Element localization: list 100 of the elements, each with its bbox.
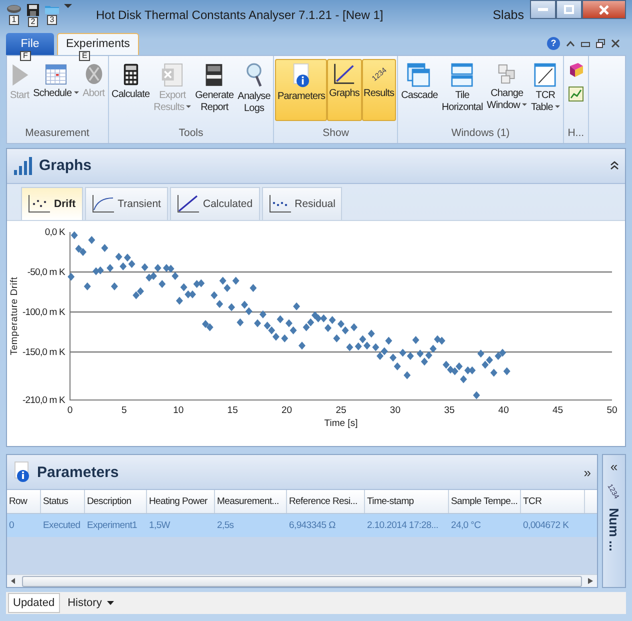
column-header[interactable]: Heating Power	[147, 490, 215, 514]
data-point	[293, 302, 300, 310]
column-header[interactable]: Time-stamp	[365, 490, 449, 514]
table-cell-text: 0,004672 K	[522, 519, 570, 534]
keytip: 1	[8, 15, 20, 25]
expand-button[interactable]: »	[584, 464, 591, 480]
table-cell-text: Experiment1	[86, 519, 138, 534]
ribbon-button[interactable]: TCR Table	[528, 58, 562, 121]
x-tick-label: 40	[498, 404, 509, 416]
graph-tab[interactable]: Transient	[84, 186, 168, 220]
status-tab[interactable]: History	[64, 593, 118, 614]
caret-icon	[74, 91, 79, 96]
maximize-button[interactable]	[556, 0, 582, 19]
close-icon	[599, 4, 609, 14]
save-icon[interactable]	[26, 3, 40, 17]
data-point	[477, 350, 484, 358]
restore-icon[interactable]	[596, 39, 605, 48]
x-tick-label: 25	[336, 404, 346, 416]
table-cell-text: 2.10.2014 17:28...	[366, 519, 440, 534]
group-label: Show	[322, 126, 350, 141]
close-button[interactable]	[582, 0, 626, 19]
column-header[interactable]: TCR	[521, 490, 585, 514]
x-tick-label: 30	[390, 404, 400, 416]
ribbon-button[interactable]: Change Window	[484, 58, 529, 121]
status-tab[interactable]: Updated	[8, 593, 60, 614]
chart-document-icon	[568, 86, 584, 102]
table-cell-text: 0	[8, 519, 15, 534]
group-label: Tools	[178, 126, 204, 141]
column-header[interactable]: Description	[85, 490, 147, 514]
keytip: E	[79, 50, 90, 61]
data-point	[101, 244, 108, 252]
horizontal-scrollbar[interactable]	[7, 574, 597, 588]
y-tick-label: -150,0 m K	[22, 346, 65, 358]
column-header[interactable]: Measurement...	[215, 490, 287, 514]
data-point	[106, 264, 114, 272]
graph-tab[interactable]: Residual	[262, 186, 342, 220]
ribbon-button[interactable]: Calculate	[110, 58, 152, 121]
data-point	[88, 236, 96, 244]
x-tick-label: 10	[173, 404, 184, 416]
curve-chart-icon	[92, 194, 114, 213]
expand-button[interactable]: «	[610, 459, 618, 474]
graph-tab[interactable]: Calculated	[170, 186, 260, 220]
ribbon-button[interactable]: Tile Horizontal	[440, 58, 485, 121]
ribbon-button[interactable]: Generate Report	[193, 58, 236, 121]
group-label: H...	[566, 126, 586, 141]
table-cell-text: 24,0 °C	[450, 519, 482, 534]
graph-tab[interactable]: Drift	[21, 186, 83, 220]
minimize-icon	[538, 8, 548, 12]
table-cell-text: 1,5W	[148, 519, 172, 534]
panel-title: Graphs	[39, 157, 92, 174]
column-header[interactable]: Row	[7, 490, 41, 514]
info-icon	[291, 62, 312, 88]
scrollbar-thumb[interactable]	[22, 576, 582, 587]
scroll-right-icon[interactable]	[588, 578, 593, 584]
caret-icon	[106, 600, 114, 606]
book-icon	[568, 62, 584, 78]
data-point	[68, 272, 75, 281]
data-point	[158, 280, 166, 288]
y-tick-label: 0,0 K	[44, 226, 65, 238]
column-header[interactable]: Sample Tempe...	[449, 490, 521, 514]
group-label: Windows (1)	[450, 126, 511, 141]
user-name: Slabs	[492, 8, 524, 22]
caret-icon	[522, 103, 527, 108]
table-cell-text: 6,943345 Ω	[288, 519, 336, 534]
column-header[interactable]: Status	[41, 490, 85, 514]
spreadsheet-icon	[161, 62, 184, 87]
magnifier-icon	[245, 62, 264, 88]
dropdown-arrow-icon[interactable]	[64, 3, 72, 9]
group-label: Measurement	[24, 126, 90, 141]
data-point	[250, 284, 257, 292]
ribbon-button[interactable]: Cascade	[399, 58, 440, 121]
calculator-icon	[122, 62, 139, 86]
close-icon[interactable]	[611, 39, 620, 48]
scroll-left-icon[interactable]	[11, 578, 16, 584]
tile-windows-icon	[451, 62, 474, 87]
column-header[interactable]: Reference Resi...	[287, 490, 365, 514]
x-tick-label: 5	[122, 404, 127, 416]
ribbon-button[interactable]: Graphs	[327, 58, 362, 121]
x-tick-label: 50	[606, 404, 618, 416]
data-point	[350, 323, 358, 332]
help-button[interactable]: ?	[547, 37, 560, 50]
y-tick-label: -210,0 m K	[22, 394, 65, 406]
ribbon-button[interactable]: Analyse Logs	[236, 58, 272, 121]
keytip: 2	[28, 17, 38, 27]
play-icon	[10, 62, 29, 87]
y-tick-label: -100,0 m K	[22, 306, 65, 318]
data-point	[298, 342, 306, 350]
ribbon-button[interactable]: Schedule	[31, 58, 81, 121]
ribbon-button[interactable]: Parameters	[275, 58, 328, 121]
data-point	[70, 231, 78, 240]
scatter-chart-icon	[268, 194, 291, 213]
calendar-icon	[44, 62, 67, 85]
minimize-icon[interactable]	[581, 40, 590, 48]
bar-chart-icon	[13, 156, 33, 176]
minimize-button[interactable]	[530, 0, 556, 19]
data-point	[176, 296, 183, 305]
collapse-ribbon-icon[interactable]	[566, 40, 575, 48]
panel-title: Parameters	[37, 464, 119, 481]
collapse-icon[interactable]	[610, 161, 619, 170]
x-tick-label: 20	[282, 404, 292, 416]
